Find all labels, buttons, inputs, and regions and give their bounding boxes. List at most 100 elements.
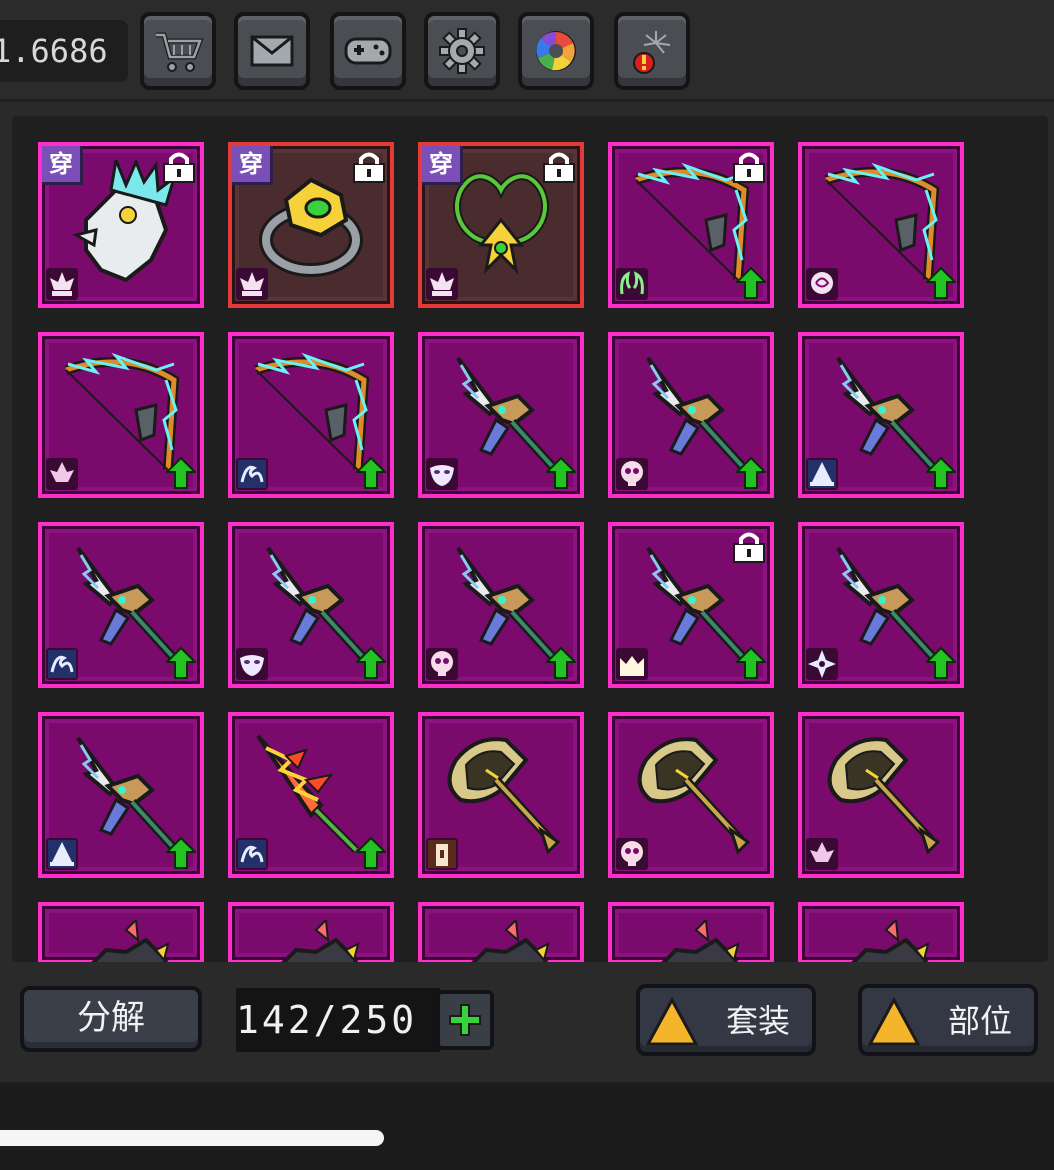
inventory-slot[interactable] bbox=[418, 522, 584, 688]
inventory-slot[interactable] bbox=[38, 332, 204, 498]
gamepad-icon bbox=[344, 37, 392, 65]
upgrade-arrow-icon bbox=[736, 456, 766, 489]
flower-set-icon bbox=[806, 838, 838, 870]
upgrade-arrow-icon bbox=[166, 456, 196, 489]
dragon-claw-icon bbox=[851, 920, 930, 962]
inventory-slot[interactable] bbox=[228, 902, 394, 962]
inventory-slot[interactable] bbox=[798, 902, 964, 962]
hat-set-icon bbox=[46, 838, 78, 870]
lotus-set-icon bbox=[236, 268, 268, 300]
equipped-badge: 穿 bbox=[422, 146, 463, 185]
skull-set-icon bbox=[426, 648, 458, 680]
lock-icon bbox=[733, 532, 765, 563]
expand-bag-button[interactable] bbox=[436, 990, 494, 1050]
inventory-slot[interactable] bbox=[38, 712, 204, 878]
filter-slot-button[interactable]: 部位 bbox=[858, 984, 1038, 1056]
inventory-slot[interactable] bbox=[228, 332, 394, 498]
shop-button[interactable] bbox=[140, 12, 216, 90]
envelope-icon bbox=[250, 35, 294, 67]
mask-set-icon bbox=[236, 648, 268, 680]
upgrade-arrow-icon bbox=[546, 646, 576, 679]
wave-set-icon bbox=[236, 458, 268, 490]
mail-button[interactable] bbox=[234, 12, 310, 90]
lotus-set-icon bbox=[46, 268, 78, 300]
filter-set-label: 套装 bbox=[726, 1002, 791, 1040]
equipped-badge: 穿 bbox=[42, 146, 83, 185]
dragon-claw-icon bbox=[281, 920, 360, 962]
lotus-set-icon bbox=[426, 268, 458, 300]
inventory-slot[interactable]: 穿 bbox=[418, 142, 584, 308]
upgrade-arrow-icon bbox=[926, 266, 956, 299]
aperture-icon bbox=[536, 31, 576, 71]
dragon-claw-icon bbox=[91, 920, 170, 962]
inventory-grid: 穿 穿 穿 bbox=[12, 116, 1048, 962]
dragon-claw-icon bbox=[471, 920, 550, 962]
inventory-slot[interactable] bbox=[38, 522, 204, 688]
events-button[interactable] bbox=[614, 12, 690, 90]
inventory-slot[interactable] bbox=[418, 902, 584, 962]
upgrade-arrow-icon bbox=[736, 646, 766, 679]
footer-area bbox=[0, 1082, 1054, 1170]
gear-icon bbox=[439, 28, 485, 74]
upgrade-arrow-icon bbox=[926, 646, 956, 679]
lock-icon bbox=[353, 152, 385, 183]
wave-set-icon bbox=[46, 648, 78, 680]
skull-set-icon bbox=[616, 458, 648, 490]
currency-display: 1.6686 bbox=[0, 20, 128, 82]
horns-set-icon bbox=[616, 268, 648, 300]
tower-set-icon bbox=[426, 838, 458, 870]
decompose-button[interactable]: 分解 bbox=[20, 986, 202, 1052]
settings-button[interactable] bbox=[424, 12, 500, 90]
fireworks-alert-icon bbox=[633, 31, 671, 74]
upgrade-arrow-icon bbox=[356, 836, 386, 869]
home-indicator bbox=[0, 1130, 384, 1146]
upgrade-arrow-icon bbox=[926, 456, 956, 489]
inventory-slot[interactable] bbox=[418, 712, 584, 878]
lock-icon bbox=[543, 152, 575, 183]
upgrade-arrow-icon bbox=[546, 456, 576, 489]
upgrade-arrow-icon bbox=[166, 646, 196, 679]
triangle-up-icon bbox=[867, 996, 921, 1046]
lock-icon bbox=[163, 152, 195, 183]
rose-set-icon bbox=[806, 268, 838, 300]
inventory-slot[interactable] bbox=[228, 712, 394, 878]
inventory-panel[interactable]: 穿 穿 穿 bbox=[12, 116, 1048, 962]
header-divider bbox=[0, 99, 1054, 102]
equipped-badge: 穿 bbox=[232, 146, 273, 185]
filter-slot-label: 部位 bbox=[948, 1002, 1013, 1040]
dragon-claw-icon bbox=[661, 920, 740, 962]
filter-set-button[interactable]: 套装 bbox=[636, 984, 816, 1056]
mask-set-icon bbox=[426, 458, 458, 490]
gallery-button[interactable] bbox=[518, 12, 594, 90]
upgrade-arrow-icon bbox=[736, 266, 766, 299]
cart-icon bbox=[156, 32, 204, 72]
inventory-slot[interactable] bbox=[798, 332, 964, 498]
hat-set-icon bbox=[806, 458, 838, 490]
inventory-slot[interactable] bbox=[608, 522, 774, 688]
inventory-slot[interactable] bbox=[798, 712, 964, 878]
triangle-up-icon bbox=[645, 996, 699, 1046]
inventory-slot[interactable] bbox=[608, 712, 774, 878]
inventory-slot[interactable] bbox=[38, 902, 204, 962]
inventory-slot[interactable]: 穿 bbox=[38, 142, 204, 308]
flower-set-icon bbox=[46, 458, 78, 490]
inventory-slot[interactable] bbox=[228, 522, 394, 688]
inventory-slot[interactable] bbox=[608, 332, 774, 498]
inventory-slot[interactable]: 穿 bbox=[228, 142, 394, 308]
inventory-slot[interactable] bbox=[608, 142, 774, 308]
inventory-slot[interactable] bbox=[798, 142, 964, 308]
upgrade-arrow-icon bbox=[356, 456, 386, 489]
crown-set-icon bbox=[616, 648, 648, 680]
upgrade-arrow-icon bbox=[166, 836, 196, 869]
inventory-slot[interactable] bbox=[798, 522, 964, 688]
inventory-slot[interactable] bbox=[608, 902, 774, 962]
plus-icon bbox=[449, 1004, 481, 1036]
shuriken-set-icon bbox=[806, 648, 838, 680]
lock-icon bbox=[733, 152, 765, 183]
upgrade-arrow-icon bbox=[356, 646, 386, 679]
skull-set-icon bbox=[616, 838, 648, 870]
bag-capacity: 142/250 bbox=[236, 988, 440, 1052]
inventory-slot[interactable] bbox=[418, 332, 584, 498]
wave-set-icon bbox=[236, 838, 268, 870]
gamepad-button[interactable] bbox=[330, 12, 406, 90]
